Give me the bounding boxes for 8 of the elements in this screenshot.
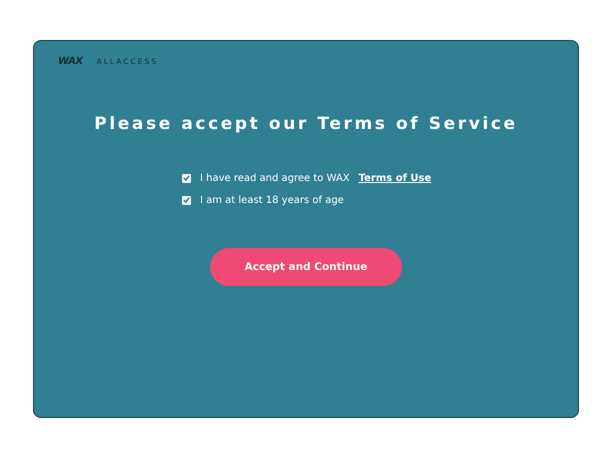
checkbox[interactable]: [182, 196, 191, 204]
checkbox[interactable]: [182, 174, 191, 182]
accept-button[interactable]: Accept and Continue: [210, 248, 402, 286]
logo: WAX: [58, 56, 83, 66]
agreement-label: I have read and agree to WAX: [200, 172, 350, 184]
terms-link[interactable]: Terms of Use: [358, 172, 432, 184]
page-title: Please accept our Terms of Service: [93, 114, 519, 134]
agreement-label: I am at least 18 years of age: [200, 194, 344, 206]
